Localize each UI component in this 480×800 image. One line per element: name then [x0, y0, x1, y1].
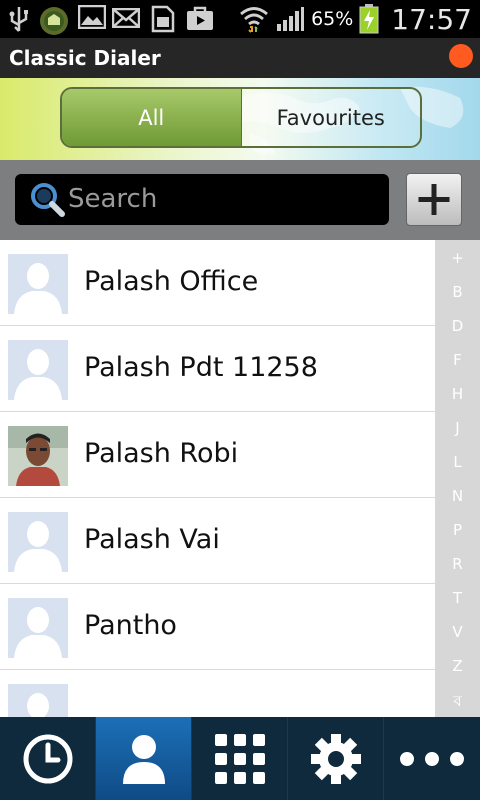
contact-name: Palash Robi — [84, 438, 239, 469]
contact-name: Pantho — [84, 610, 177, 641]
index-letter[interactable]: N — [435, 487, 480, 505]
index-letter[interactable]: J — [435, 419, 480, 437]
contact-photo — [8, 426, 68, 486]
contact-name: Palash Office — [84, 266, 259, 297]
contact-name: Palash Pdt 11258 — [84, 352, 318, 383]
tab-favourites-label: Favourites — [276, 105, 385, 130]
contact-row[interactable]: Palash Vai — [0, 498, 435, 584]
gallery-icon — [78, 5, 106, 29]
search-icon — [31, 183, 65, 217]
avatar-placeholder — [8, 684, 68, 717]
index-letter[interactable]: Z — [435, 657, 480, 675]
person-icon — [122, 734, 165, 784]
search-row — [0, 160, 480, 240]
index-letter[interactable]: F — [435, 351, 480, 369]
signal-icon — [277, 7, 305, 31]
nav-contacts[interactable] — [96, 717, 192, 800]
contact-name: Palash Vai — [84, 524, 220, 555]
tab-all[interactable]: All — [62, 89, 241, 146]
mail-icon — [112, 8, 140, 28]
avatar-placeholder — [8, 512, 68, 572]
alphabet-index[interactable]: + B D F H J L N P R T V Z ব — [435, 240, 480, 717]
nav-more[interactable] — [384, 717, 480, 800]
clock-icon — [23, 734, 72, 783]
contact-row[interactable] — [0, 670, 435, 717]
contact-row[interactable]: Palash Pdt 11258 — [0, 326, 435, 412]
gear-icon — [310, 733, 361, 784]
dialpad-icon — [214, 733, 265, 784]
contact-row[interactable]: Pantho — [0, 584, 435, 670]
person-placeholder-icon — [8, 340, 68, 400]
contact-row[interactable]: Palash Robi — [0, 412, 435, 498]
badge-icon — [40, 7, 68, 35]
plus-icon — [418, 184, 450, 215]
avatar-placeholder — [8, 254, 68, 314]
person-placeholder-icon — [8, 684, 68, 717]
index-letter[interactable]: R — [435, 555, 480, 573]
nav-dialpad[interactable] — [192, 717, 288, 800]
person-placeholder-icon — [8, 512, 68, 572]
index-letter[interactable]: T — [435, 589, 480, 607]
nav-recent[interactable] — [0, 717, 96, 800]
index-letter[interactable]: + — [435, 249, 480, 267]
battery-percent: 65% — [311, 8, 354, 30]
sim-icon — [151, 5, 175, 33]
tab-favourites[interactable]: Favourites — [240, 89, 420, 146]
avatar-photo — [8, 426, 68, 486]
index-letter[interactable]: D — [435, 317, 480, 335]
tab-all-label: All — [138, 105, 165, 130]
title-bar: Classic Dialer — [0, 38, 480, 78]
status-dot — [449, 44, 473, 68]
clock: 17:57 — [391, 2, 472, 36]
battery-charging-icon — [359, 4, 379, 34]
search-box[interactable] — [15, 174, 389, 225]
index-letter[interactable]: P — [435, 521, 480, 539]
tabs-header: All Favourites — [0, 78, 480, 160]
bottom-nav — [0, 717, 480, 800]
bag-icon — [187, 6, 213, 30]
index-letter[interactable]: ব — [435, 690, 480, 715]
usb-icon — [9, 7, 28, 32]
nav-settings[interactable] — [288, 717, 384, 800]
search-input[interactable] — [68, 184, 368, 214]
person-placeholder-icon — [8, 598, 68, 658]
person-placeholder-icon — [8, 254, 68, 314]
contact-row[interactable]: Palash Office — [0, 240, 435, 326]
contact-list: Palash Office Palash Pdt 11258 Palash Ro… — [0, 240, 435, 717]
add-contact-button[interactable] — [406, 173, 462, 226]
index-letter[interactable]: V — [435, 623, 480, 641]
index-letter[interactable]: B — [435, 283, 480, 301]
index-letter[interactable]: L — [435, 453, 480, 471]
avatar-placeholder — [8, 340, 68, 400]
app-title: Classic Dialer — [9, 46, 161, 70]
more-icon — [400, 751, 464, 766]
tab-switch: All Favourites — [60, 87, 422, 148]
status-bar: 65% 17:57 — [0, 0, 480, 38]
avatar-placeholder — [8, 598, 68, 658]
wifi-icon — [240, 7, 268, 33]
index-letter[interactable]: H — [435, 385, 480, 403]
